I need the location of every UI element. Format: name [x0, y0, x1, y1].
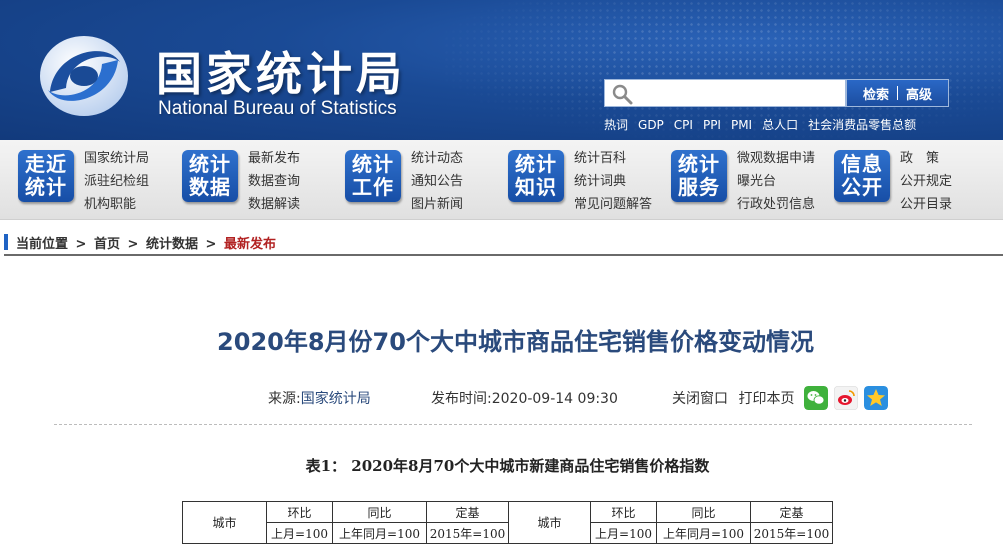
nav-link[interactable]: 国家统计局	[84, 147, 149, 170]
hotword-gdp[interactable]: GDP	[638, 118, 664, 132]
nav-link[interactable]: 曝光台	[737, 170, 815, 193]
search-box	[604, 79, 846, 107]
breadcrumb-current[interactable]: 最新发布	[224, 237, 276, 252]
mom-header: 环比	[590, 501, 657, 523]
breadcrumb-separator: >	[75, 237, 87, 252]
search-input[interactable]	[637, 82, 842, 104]
city-header: 城市	[182, 501, 267, 544]
nav-links-data: 最新发布 数据查询 数据解读	[248, 147, 300, 216]
yoy-subheader: 上年同月=100	[656, 522, 751, 544]
hotword-cpi[interactable]: CPI	[674, 118, 693, 132]
article-source: 来源:国家统计局	[268, 388, 371, 408]
search-button-separator	[897, 86, 898, 100]
nav-link[interactable]: 微观数据申请	[737, 147, 815, 170]
wechat-icon[interactable]	[804, 386, 828, 410]
breadcrumb-marker	[4, 234, 8, 250]
breadcrumb-section-link[interactable]: 统计数据	[146, 237, 198, 252]
mom-subheader: 上月=100	[266, 522, 333, 544]
table-subheader-row: 上月=100 上年同月=100 2015年=100 上月=100 上年同月=10…	[183, 522, 833, 544]
base-header: 定基	[750, 501, 833, 523]
nav-link[interactable]: 数据查询	[248, 170, 300, 193]
hotword-population[interactable]: 总人口	[762, 118, 798, 132]
nav-tile-about[interactable]: 走近 统计	[18, 150, 74, 202]
city-header: 城市	[508, 501, 591, 544]
table-caption: 表1： 2020年8月70个大中城市新建商品住宅销售价格指数	[305, 457, 710, 475]
brand-title-en[interactable]: National Bureau of Statistics	[158, 98, 397, 120]
date-value: 2020-09-14 09:30	[491, 391, 618, 407]
search-button-group: 检索 高级	[846, 79, 949, 107]
nav-link[interactable]: 通知公告	[411, 170, 463, 193]
main-nav: 走近 统计 国家统计局 派驻纪检组 机构职能 统计 数据 最新发布 数据查询 数据解…	[0, 140, 1003, 220]
site-header: 国家统计局 National Bureau of Statistics 检索 高…	[0, 0, 1003, 140]
nav-links-work: 统计动态 通知公告 图片新闻	[411, 147, 463, 216]
hotword-pmi[interactable]: PMI	[731, 118, 752, 132]
source-link[interactable]: 国家统计局	[301, 391, 371, 407]
nav-link[interactable]: 行政处罚信息	[737, 193, 815, 216]
base-subheader: 2015年=100	[750, 522, 833, 544]
base-header: 定基	[426, 501, 509, 523]
nav-link[interactable]: 政 策	[900, 147, 952, 170]
nav-link[interactable]: 图片新闻	[411, 193, 463, 216]
nav-tile-disclosure[interactable]: 信息 公开	[834, 150, 890, 202]
print-page-link[interactable]: 打印本页	[738, 391, 794, 407]
nav-link[interactable]: 机构职能	[84, 193, 149, 216]
nav-link[interactable]: 统计动态	[411, 147, 463, 170]
search-button[interactable]: 检索	[863, 84, 889, 103]
table-header-row: 城市 环比 同比 定基 城市 环比 同比 定基	[182, 501, 833, 544]
article-date: 发布时间:2020-09-14 09:30	[431, 388, 618, 408]
source-label: 来源:	[268, 391, 301, 407]
brand-title-cn[interactable]: 国家统计局	[156, 38, 406, 104]
mom-subheader: 上月=100	[590, 522, 657, 544]
nav-link[interactable]: 数据解读	[248, 193, 300, 216]
nav-link[interactable]: 最新发布	[248, 147, 300, 170]
hotwords-label: 热词	[604, 118, 629, 132]
mom-header: 环比	[266, 501, 333, 523]
search-icon	[612, 84, 633, 105]
nav-links-knowledge: 统计百科 统计词典 常见问题解答	[574, 147, 652, 216]
nav-tile-work[interactable]: 统计 工作	[345, 150, 401, 202]
date-label: 发布时间:	[431, 391, 492, 407]
nav-tile-knowledge[interactable]: 统计 知识	[508, 150, 564, 202]
nav-link[interactable]: 统计百科	[574, 147, 652, 170]
breadcrumb: 当前位置 > 首页 > 统计数据 > 最新发布	[4, 230, 1003, 256]
qzone-icon[interactable]	[864, 386, 888, 410]
close-window-link[interactable]: 关闭窗口	[672, 391, 728, 407]
nav-link[interactable]: 公开规定	[900, 170, 952, 193]
breadcrumb-separator: >	[205, 237, 217, 252]
nav-link[interactable]: 公开目录	[900, 193, 952, 216]
article-title: 2020年8月份70个大中城市商品住宅销售价格变动情况	[217, 328, 814, 356]
yoy-subheader: 上年同月=100	[332, 522, 427, 544]
weibo-icon[interactable]	[834, 386, 858, 410]
nbs-logo-icon[interactable]	[36, 32, 132, 120]
base-subheader: 2015年=100	[426, 522, 509, 544]
article-divider	[54, 424, 972, 425]
yoy-header: 同比	[332, 501, 427, 523]
breadcrumb-label: 当前位置	[16, 237, 69, 252]
price-index-table: 城市 环比 同比 定基 城市 环比 同比 定基 上月=100 上年同月=100 …	[182, 501, 833, 544]
nav-link[interactable]: 统计词典	[574, 170, 652, 193]
hotword-ppi[interactable]: PPI	[703, 118, 721, 132]
advanced-search-button[interactable]: 高级	[906, 84, 932, 103]
breadcrumb-separator: >	[127, 237, 139, 252]
article-actions: 关闭窗口 打印本页	[672, 388, 794, 408]
nav-links-disclosure: 政 策 公开规定 公开目录	[900, 147, 952, 216]
nav-link[interactable]: 派驻纪检组	[84, 170, 149, 193]
breadcrumb-home-link[interactable]: 首页	[94, 237, 120, 252]
nav-tile-data[interactable]: 统计 数据	[182, 150, 238, 202]
nav-links-about: 国家统计局 派驻纪检组 机构职能	[84, 147, 149, 216]
nav-tile-service[interactable]: 统计 服务	[671, 150, 727, 202]
yoy-header: 同比	[656, 501, 751, 523]
nav-link[interactable]: 常见问题解答	[574, 193, 652, 216]
hotwords-bar: 热词 GDP CPI PPI PMI 总人口 社会消费品零售总额	[604, 116, 926, 133]
nav-links-service: 微观数据申请 曝光台 行政处罚信息	[737, 147, 815, 216]
hotword-retail-sales[interactable]: 社会消费品零售总额	[808, 118, 916, 132]
